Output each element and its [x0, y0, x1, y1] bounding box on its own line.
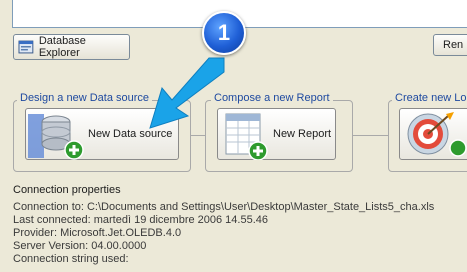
new-load-button[interactable] [399, 108, 467, 160]
connection-to: Connection to: C:\Documents and Settings… [13, 201, 435, 213]
database-explorer-label: Database Explorer [38, 35, 86, 59]
database-explorer-button[interactable]: Database Explorer [13, 34, 130, 60]
last-connected: Last connected: martedì 19 dicembre 2006… [13, 214, 269, 226]
target-add-icon [407, 112, 467, 157]
report-add-icon [225, 113, 268, 160]
step-badge: 1 [202, 11, 246, 55]
group-label-data-source: Design a new Data source [17, 92, 153, 104]
connector-line [191, 135, 205, 136]
connector-line [353, 135, 388, 136]
connection-string: Connection string used: [13, 253, 129, 265]
new-data-source-button[interactable]: New Data source [25, 108, 179, 160]
new-data-source-label: New Data source [88, 128, 173, 140]
new-report-button[interactable]: New Report [217, 108, 336, 160]
database-add-icon [28, 114, 84, 160]
rename-label: Ren [443, 39, 464, 51]
server-version: Server Version: 04.00.0000 [13, 240, 147, 252]
group-label-report: Compose a new Report [211, 92, 333, 104]
connection-properties-title: Connection properties [13, 184, 121, 196]
database-explorer-icon [18, 40, 34, 54]
rename-button[interactable]: Ren [433, 34, 467, 56]
group-label-load: Create new Loa [392, 92, 467, 104]
provider: Provider: Microsoft.Jet.OLEDB.4.0 [13, 227, 182, 239]
new-report-label: New Report [273, 128, 332, 140]
